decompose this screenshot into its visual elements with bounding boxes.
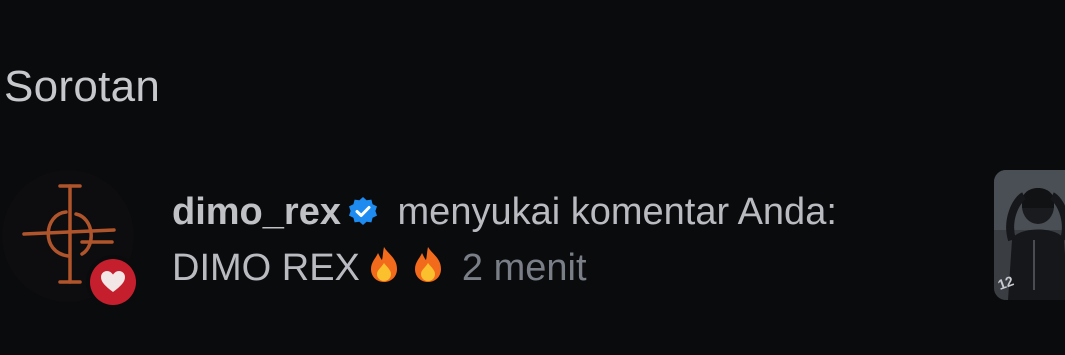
verified-badge-icon [347,190,379,242]
post-thumbnail[interactable]: 12 [994,170,1065,300]
action-text: menyukai komentar Anda: [386,191,837,233]
timestamp: 2 menit [461,247,587,289]
section-title: Sorotan [4,62,161,111]
username-link[interactable]: dimo_rex [172,191,341,233]
fire-emoji-icon [364,244,404,298]
post-thumbnail-image: 12 [994,170,1065,300]
like-badge [86,255,140,309]
fire-emoji-icon [408,244,448,298]
comment-text: DIMO REX [172,247,360,289]
heart-icon [101,271,125,292]
notification-text[interactable]: dimo_rex menyukai komentar Anda: DIMO RE… [172,186,972,298]
